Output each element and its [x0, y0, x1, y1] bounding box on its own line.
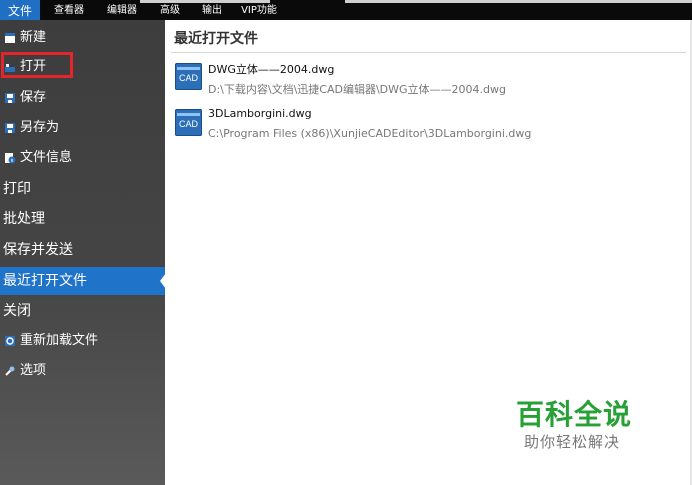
sidebar-item-save-and-send[interactable]: 保存并发送 — [0, 236, 165, 264]
recent-file-item[interactable]: CAD DWG立体——2004.dwg D:\下载内容\文档\迅捷CAD编辑器\… — [175, 61, 675, 101]
sidebar-item-label: 最近打开文件 — [3, 273, 87, 289]
tab-vip[interactable]: VIP功能 — [236, 0, 282, 20]
tab-editor[interactable]: 编辑器 — [102, 0, 142, 20]
tab-output[interactable]: 输出 — [196, 0, 228, 20]
sidebar-item-label: 保存并发送 — [3, 242, 73, 258]
sidebar-item-label: 选项 — [20, 363, 47, 378]
sidebar-item-label: 重新加载文件 — [20, 333, 99, 348]
cad-file-icon: CAD — [175, 109, 202, 136]
title-divider — [171, 52, 686, 53]
recent-file-path: D:\下载内容\文档\迅捷CAD编辑器\DWG立体——2004.dwg — [208, 83, 506, 96]
recent-file-name: 3DLamborgini.dwg — [208, 107, 312, 120]
watermark-title: 百科全说 — [516, 398, 633, 431]
sidebar-item-label: 批处理 — [3, 211, 45, 227]
sidebar-item-close[interactable]: 关闭 — [0, 297, 165, 325]
new-file-icon — [5, 33, 15, 43]
sidebar-item-label: 新建 — [20, 30, 47, 45]
sidebar-item-label: 保存 — [20, 90, 47, 105]
highlight-box — [1, 52, 73, 78]
sidebar-item-options[interactable]: 选项 — [0, 357, 165, 385]
sidebar-item-save[interactable]: 保存 — [0, 84, 165, 112]
sidebar-item-batch[interactable]: 批处理 — [0, 205, 165, 233]
sidebar-item-label: 文件信息 — [20, 150, 73, 165]
reload-icon — [5, 336, 15, 346]
cad-icon-label: CAD — [178, 119, 198, 129]
file-info-icon — [5, 153, 16, 164]
page-title: 最近打开文件 — [174, 31, 258, 47]
sidebar-item-print[interactable]: 打印 — [0, 175, 165, 203]
sidebar-item-reload[interactable]: 重新加载文件 — [0, 327, 165, 355]
recent-file-path: C:\Program Files (x86)\XunjieCADEditor\3… — [208, 127, 532, 140]
tab-advanced[interactable]: 高级 — [154, 0, 186, 20]
save-icon — [5, 93, 15, 103]
recent-file-name: DWG立体——2004.dwg — [208, 63, 335, 76]
sidebar-item-label: 另存为 — [20, 120, 60, 135]
watermark-subtitle: 助你轻松解决 — [524, 433, 621, 451]
sidebar-item-new[interactable]: 新建 — [0, 24, 165, 52]
sidebar-item-label: 打印 — [3, 181, 31, 197]
tab-viewer[interactable]: 查看器 — [49, 0, 89, 20]
save-as-icon — [5, 123, 15, 133]
menu-bar: 文件 查看器 编辑器 高级 输出 VIP功能 — [0, 0, 692, 20]
tab-file[interactable]: 文件 — [0, 0, 40, 20]
sidebar-item-save-as[interactable]: 另存为 — [0, 114, 165, 142]
sidebar-item-recent-files[interactable]: 最近打开文件 — [0, 267, 166, 295]
recent-file-item[interactable]: CAD 3DLamborgini.dwg C:\Program Files (x… — [175, 107, 675, 147]
cad-icon-label: CAD — [178, 73, 198, 83]
sidebar-item-file-info[interactable]: 文件信息 — [0, 144, 165, 172]
sidebar-item-label: 关闭 — [3, 303, 31, 319]
cad-file-icon: CAD — [175, 63, 202, 90]
wrench-icon — [5, 366, 15, 376]
menu-bar-strip-right — [345, 0, 692, 3]
